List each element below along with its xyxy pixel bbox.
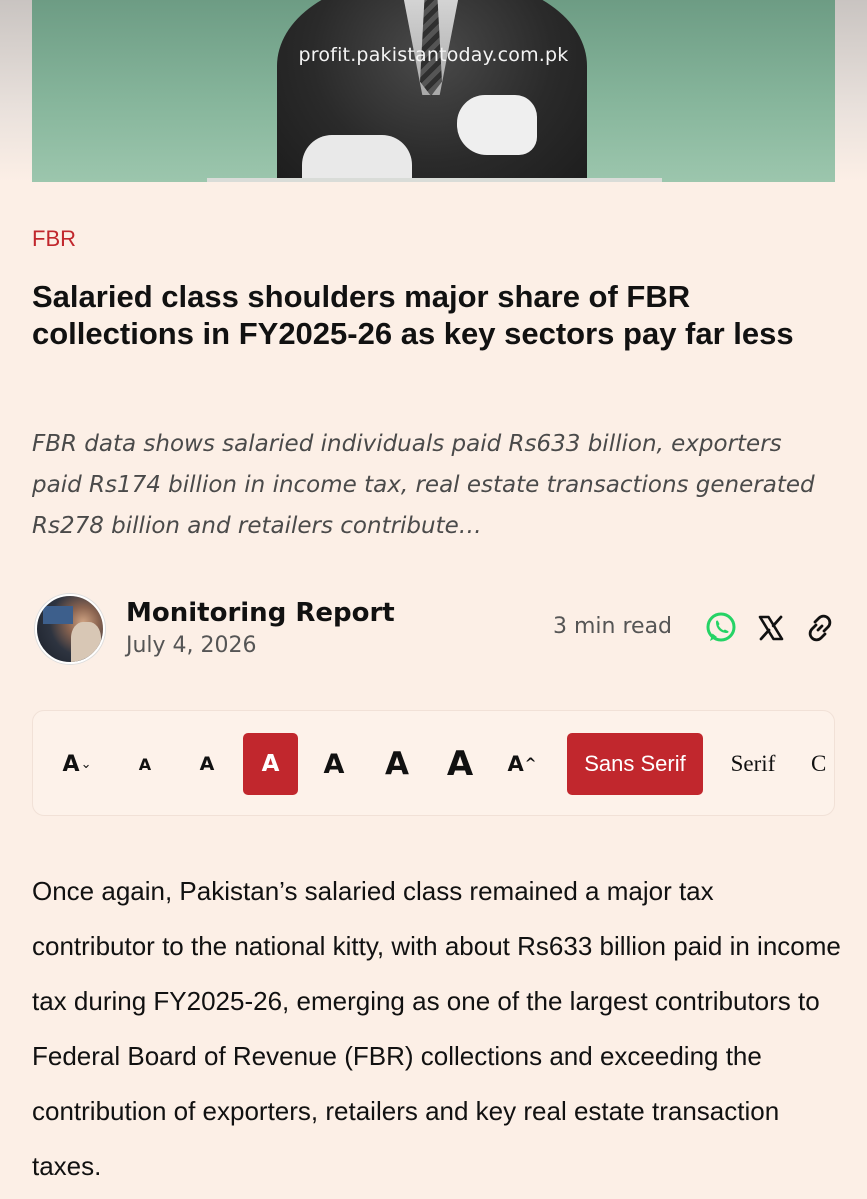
font-option-sans-serif[interactable]: Sans Serif xyxy=(567,733,703,795)
read-time: 3 min read xyxy=(553,614,673,639)
increase-font-size-button[interactable]: A ^ xyxy=(495,733,549,795)
author-name[interactable]: Monitoring Report xyxy=(126,598,395,628)
article-category[interactable]: FBR xyxy=(32,226,76,252)
article-headline: Salaried class shoulders major share of … xyxy=(32,279,794,351)
font-option-serif[interactable]: Serif xyxy=(715,733,791,795)
x-icon[interactable] xyxy=(754,611,788,645)
font-option-more[interactable]: C xyxy=(811,733,834,795)
author-avatar[interactable] xyxy=(35,594,105,664)
link-icon[interactable] xyxy=(803,611,837,645)
font-size-option-4[interactable]: A xyxy=(309,733,359,795)
avatar-screen xyxy=(43,606,73,624)
hero-hand-left xyxy=(302,135,412,182)
article-dek: FBR data shows salaried individuals paid… xyxy=(32,431,815,539)
whatsapp-icon[interactable] xyxy=(704,611,738,645)
edge-shadow-left xyxy=(0,0,32,182)
reader-toolbar: A ⌄ A A A A A A A ^ Sans Serif Serif C xyxy=(32,710,835,816)
decrease-label: A xyxy=(62,751,80,777)
increase-label: A xyxy=(507,752,524,776)
decrease-font-size-button[interactable]: A ⌄ xyxy=(51,733,103,795)
edge-shadow-right xyxy=(835,0,867,182)
hero-image[interactable]: profit.pakistantoday.com.pk xyxy=(32,0,835,182)
font-size-option-6[interactable]: A xyxy=(431,733,489,795)
hero-watermark: profit.pakistantoday.com.pk xyxy=(298,44,569,66)
chevron-up-icon: ^ xyxy=(524,756,537,772)
hero-hand-right xyxy=(457,95,537,155)
article-body-paragraph: Once again, Pakistan’s salaried class re… xyxy=(32,876,841,1181)
font-size-option-1[interactable]: A xyxy=(121,733,169,795)
hero-desk xyxy=(207,178,662,182)
publish-date: July 4, 2026 xyxy=(126,633,257,658)
avatar-person xyxy=(71,622,101,662)
chevron-down-icon: ⌄ xyxy=(80,756,92,772)
font-size-option-5[interactable]: A xyxy=(369,733,425,795)
font-size-option-2[interactable]: A xyxy=(183,733,231,795)
font-size-option-3[interactable]: A xyxy=(243,733,298,795)
